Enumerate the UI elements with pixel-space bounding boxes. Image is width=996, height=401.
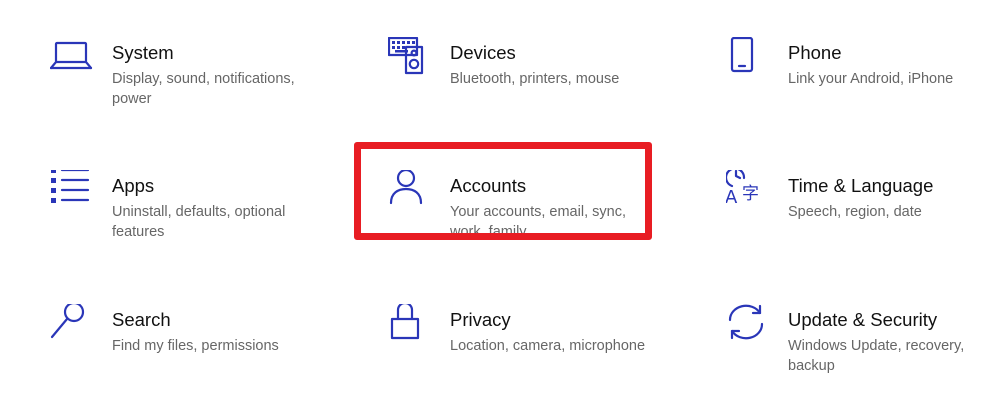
tile-search[interactable]: Search Find my files, permissions [50, 304, 320, 374]
tile-title: Devices [450, 42, 516, 63]
phone-icon [726, 37, 770, 81]
tile-apps[interactable]: Apps Uninstall, defaults, optional featu… [50, 170, 320, 240]
tile-accounts[interactable]: Accounts Your accounts, email, sync, wor… [388, 170, 648, 240]
tile-title: Search [112, 309, 171, 330]
person-icon [388, 170, 432, 214]
tile-phone[interactable]: Phone Link your Android, iPhone [726, 37, 986, 107]
tile-description: Speech, region, date [788, 204, 922, 220]
tile-description: Uninstall, defaults, optional features [112, 204, 286, 240]
time-language-icon: A 字 [726, 170, 770, 214]
tile-description: Windows Update, recovery, backup [788, 338, 965, 374]
tile-title: System [112, 42, 174, 63]
tile-system[interactable]: System Display, sound, notifications, po… [50, 37, 320, 107]
tile-update-security[interactable]: Update & Security Windows Update, recove… [726, 304, 986, 374]
tile-description: Your accounts, email, sync, work, family [450, 204, 626, 240]
tile-title: Phone [788, 42, 842, 63]
tile-description: Find my files, permissions [112, 338, 279, 354]
tile-title: Apps [112, 175, 155, 196]
tile-title: Privacy [450, 309, 511, 330]
tile-time-language[interactable]: A 字 Time & Language Speech, region, date [726, 170, 986, 240]
clock-letter: A [726, 187, 738, 208]
laptop-icon [50, 37, 94, 81]
tile-title: Update & Security [788, 309, 938, 330]
tile-description: Display, sound, notifications, power [112, 71, 295, 107]
tile-description: Bluetooth, printers, mouse [450, 71, 620, 87]
tile-description: Location, camera, microphone [450, 338, 646, 354]
tile-title: Accounts [450, 175, 527, 196]
tile-description: Link your Android, iPhone [788, 71, 954, 87]
tile-devices[interactable]: Devices Bluetooth, printers, mouse [388, 37, 658, 107]
lock-icon [388, 304, 432, 348]
tile-title: Time & Language [788, 175, 934, 196]
search-icon [50, 304, 94, 348]
tile-privacy[interactable]: Privacy Location, camera, microphone [388, 304, 658, 374]
apps-list-icon [50, 170, 94, 214]
sync-arrows-icon [726, 304, 770, 348]
lang-char: 字 [742, 184, 759, 204]
devices-icon [388, 37, 432, 81]
